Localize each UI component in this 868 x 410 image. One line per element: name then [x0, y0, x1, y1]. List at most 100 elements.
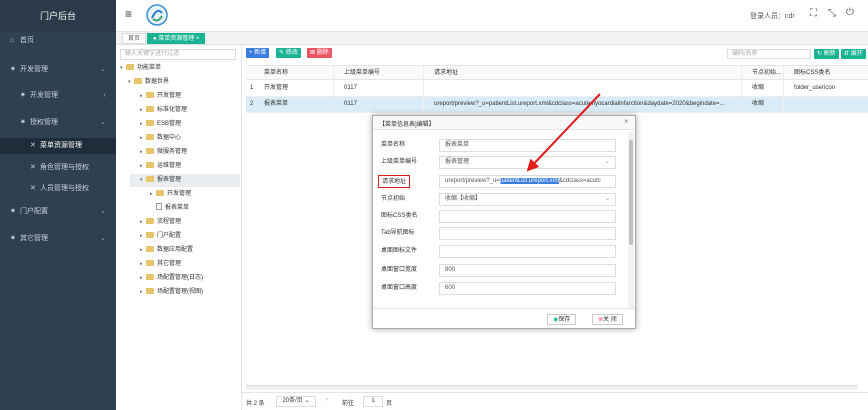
pagination-bar: 共 2 条 20条/页 ⌄ ‹ 前往 1 页 — [242, 392, 868, 410]
delete-button[interactable]: ⊠ 删除 — [307, 48, 332, 58]
save-button[interactable]: ◉保存 — [547, 314, 577, 325]
tab-icon-input[interactable] — [439, 227, 616, 240]
tree-node[interactable]: ▸ 门户配置 — [140, 230, 181, 243]
field-label-highlighted: 请求地址 — [378, 175, 411, 188]
menu-toggle-icon[interactable]: ≡ — [125, 7, 132, 21]
field-label: 桌面窗口宽度 — [381, 267, 418, 273]
col-header-node[interactable]: 节点初始... — [748, 66, 781, 81]
window-height-input[interactable]: 600 — [439, 282, 616, 295]
tree-node[interactable]: ▸ ESB管理 — [140, 118, 181, 131]
selected-text: patientList.ureport.xml — [499, 178, 559, 184]
field-label: Tab导航图标 — [381, 230, 415, 236]
edit-button[interactable]: ✎ 修改 — [276, 48, 301, 58]
tree-node[interactable]: ▸ 场配置管理(视图) — [140, 286, 203, 299]
expand-button[interactable]: ⇵ 展开 — [841, 49, 866, 59]
chevron-down-icon: ⌄ — [100, 235, 106, 242]
desktop-icon-input[interactable] — [439, 245, 616, 258]
field-label: 桌面图标文件 — [381, 248, 418, 254]
field-label: 桌面窗口高度 — [381, 285, 418, 291]
table-row-selected[interactable]: 2 报表菜单 0117 ureport/preview?_u=patientLi… — [246, 97, 868, 113]
tree-node[interactable]: ▸ 数据中心 — [140, 132, 181, 145]
cell-parent: 0117 — [344, 101, 357, 107]
sidebar-item-other[interactable]: ✷ 其它管理 ⌄ — [0, 231, 116, 247]
fullscreen-icon[interactable]: ⛶ — [810, 8, 817, 19]
page-size-select[interactable]: 20条/页 ⌄ — [276, 396, 316, 407]
parent-menu-select[interactable]: 报表管理 ⌄ — [439, 156, 616, 169]
col-header-parent[interactable]: 上级菜单编号 — [340, 66, 380, 81]
tree-node[interactable]: 报表菜单 — [156, 202, 189, 215]
add-button[interactable]: + 新增 — [246, 48, 270, 58]
cell-icon-css — [790, 97, 794, 112]
cell-node: 收缩 — [752, 101, 765, 107]
tree-node[interactable]: ▸ 微服务管理 — [140, 146, 187, 159]
cell-icon-css: folder_usericon — [794, 85, 836, 91]
sidebar-item-role[interactable]: ✕ 角色管理与授权 — [0, 160, 116, 176]
request-url-input[interactable]: ureport/preview?_u=patientList.ureport.x… — [439, 175, 616, 188]
power-icon[interactable]: ⏻ — [846, 7, 854, 18]
table-row[interactable]: 1 开发管理 0117 收缩 folder_usericon — [246, 81, 868, 97]
table-header: 菜单名称 上级菜单编号 请求地址 节点初始... 图标CSS类名 — [246, 65, 868, 80]
dialog-header: 【菜单信息表]编辑】 × — [373, 116, 635, 130]
tree-node[interactable]: ▸ 数据应用配置 — [140, 244, 193, 257]
tree-node[interactable]: ▸ 开发管理 — [150, 188, 191, 201]
app-title: 门户后台 — [0, 0, 116, 32]
tree-node[interactable]: ▸ 流程管理 — [140, 216, 181, 229]
page-number-input[interactable]: 1 — [363, 396, 383, 407]
tree-node[interactable]: ▾ 功能菜单 — [120, 62, 161, 75]
tree-node[interactable]: ▸ 其它管理 — [140, 258, 181, 271]
sidebar-item-home[interactable]: ⌂ 首页 — [0, 33, 116, 49]
dialog-form: 菜单名称 报表菜单 上级菜单编号 报表管理 ⌄ 请求地址 ureport/prev… — [373, 132, 629, 304]
tree-node[interactable]: ▾ 数据世界 — [128, 76, 169, 89]
gear-icon: ✷ — [20, 92, 26, 99]
gear-icon: ✷ — [20, 119, 26, 126]
node-init-select[interactable]: 收缩【收缩】 ⌄ — [439, 193, 616, 206]
col-header-name[interactable]: 菜单名称 — [260, 66, 288, 81]
gear-icon: ✷ — [10, 66, 16, 73]
tree-node[interactable]: ▸ 标准化管理 — [140, 104, 187, 117]
sidebar-item-dev[interactable]: ✷ 开发管理 ⌄ — [0, 62, 116, 78]
wrench-icon: ✕ — [30, 164, 36, 171]
tab-menu-resource[interactable]: ● 菜单资源管理 × — [147, 33, 206, 44]
tree-node-selected[interactable]: ▾ 报表管理 — [130, 174, 240, 187]
collapse-icon[interactable]: ⤡ — [828, 8, 836, 19]
sidebar-item-person[interactable]: ✕ 人员管理与授权 — [0, 181, 116, 197]
cell-name: 报表菜单 — [264, 101, 289, 107]
scrollbar-thumb[interactable] — [629, 140, 633, 245]
sidebar-item-portal[interactable]: ✷ 门户配置 ⌄ — [0, 204, 116, 220]
close-icon[interactable]: × — [624, 117, 629, 126]
sidebar-item-menu-resource[interactable]: ✕ 菜单资源管理 — [0, 138, 116, 154]
wrench-icon: ✕ — [30, 142, 36, 149]
horizontal-scrollbar[interactable] — [246, 385, 858, 390]
close-button[interactable]: ⊗关 闭 — [592, 314, 623, 325]
refresh-button[interactable]: ↻ 刷新 — [814, 49, 839, 59]
home-icon: ⌂ — [10, 37, 15, 44]
tab-bar: 首页 ● 菜单资源管理 × — [116, 32, 868, 45]
sidebar-item-dev-sub[interactable]: ✷ 开发管理 ‹ — [0, 88, 116, 104]
dialog-scrollbar[interactable] — [628, 132, 634, 308]
sidebar-item-auth[interactable]: ✷ 授权管理 ⌄ — [0, 115, 116, 131]
chevron-down-icon: ⌄ — [604, 159, 610, 165]
page-suffix: 页 — [386, 401, 393, 407]
window-width-input[interactable]: 800 — [439, 264, 616, 277]
chevron-down-icon: ⌄ — [100, 66, 106, 73]
field-label: 菜单名称 — [381, 142, 406, 148]
cell-url — [430, 81, 434, 96]
sidebar: 门户后台 ⌂ 首页 ✷ 开发管理 ⌄ ✷ 开发管理 ‹ ✷ 授权管理 ⌄ ✕ 菜单资源管理 ✕ 角… — [0, 0, 116, 410]
tree-node[interactable]: ▸ 运维管理 — [140, 160, 181, 173]
tree-filter-input[interactable]: 输入关键字进行过滤 — [120, 49, 236, 60]
col-header-icon-css[interactable]: 图标CSS类名 — [790, 66, 830, 81]
icon-css-input[interactable] — [439, 210, 616, 223]
logo-icon — [146, 4, 168, 26]
prev-page-button[interactable]: ‹ — [326, 397, 328, 403]
wrench-icon: ✕ — [30, 185, 36, 192]
dialog-title: 【菜单信息表]编辑】 — [379, 122, 435, 128]
search-input[interactable]: 编码/名称 — [727, 49, 811, 59]
menu-tree-panel: 输入关键字进行过滤 ▾ 功能菜单 ▾ 数据世界 ▸ 开发管理 ▸ 标准化管理 ▸ ESB管… — [116, 45, 242, 410]
tree-node[interactable]: ▸ 开发管理 — [140, 90, 181, 103]
tab-home[interactable]: 首页 — [122, 33, 147, 44]
col-header-url[interactable]: 请求地址 — [430, 66, 458, 81]
cell-parent: 0117 — [344, 85, 357, 91]
edit-dialog: 【菜单信息表]编辑】 × 菜单名称 报表菜单 上级菜单编号 报表管理 ⌄ 请求地址… — [372, 115, 636, 329]
menu-name-input[interactable]: 报表菜单 — [439, 139, 616, 152]
tree-node[interactable]: ▸ 场配置管理(日志) — [140, 272, 203, 285]
